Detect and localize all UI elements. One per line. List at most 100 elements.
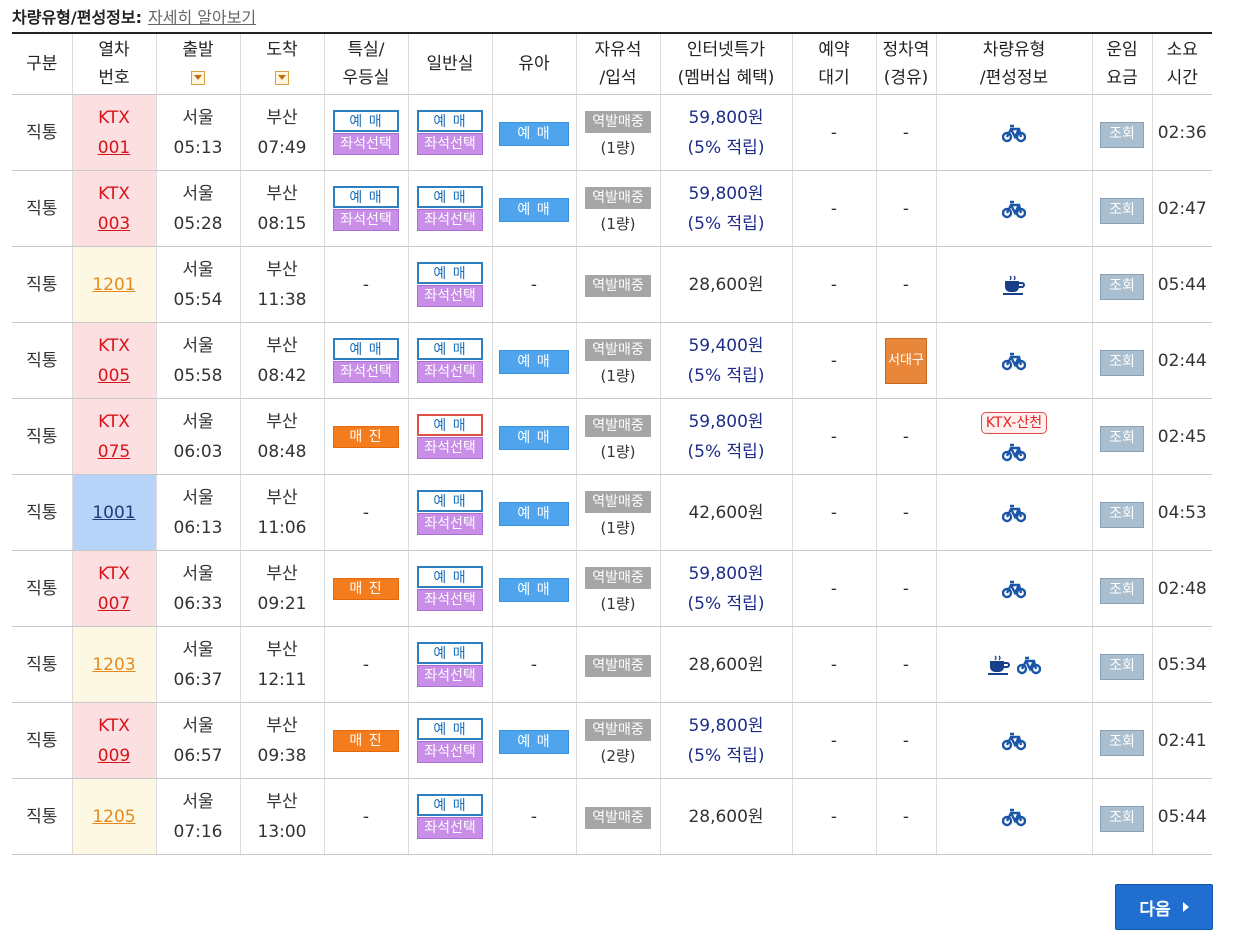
stops-cell: - — [875, 702, 936, 779]
fare-cell: 조회 — [1091, 474, 1152, 551]
general-seat-select-button[interactable]: 좌석선택 — [417, 437, 483, 459]
general-reserve-button[interactable]: 예 매 — [417, 262, 483, 284]
general-seat-select-button[interactable]: 좌석선택 — [417, 817, 483, 839]
baby-reserve-button[interactable]: 예 매 — [499, 425, 569, 450]
stop-dash: - — [902, 578, 910, 599]
special-reserve-button[interactable]: 예 매 — [333, 338, 399, 360]
general-reserve-button[interactable]: 예 매 — [417, 110, 483, 132]
baby-cell: 예 매 — [491, 550, 576, 627]
train-number-link[interactable]: 1201 — [92, 275, 135, 295]
train-number-link[interactable]: 1203 — [92, 655, 135, 675]
price-value: 28,600원 — [688, 654, 764, 675]
car-type-cell[interactable] — [935, 170, 1092, 247]
train-number-link[interactable]: 001 — [73, 133, 156, 163]
special-seat-select-button[interactable]: 좌석선택 — [333, 209, 399, 231]
wait-cell: - — [791, 322, 876, 399]
chevron-right-icon — [1182, 902, 1189, 912]
baby-reserve-button[interactable]: 예 매 — [499, 577, 569, 602]
general-seat-select-button[interactable]: 좌석선택 — [417, 589, 483, 611]
learn-more-link[interactable]: 자세히 알아보기 — [148, 4, 256, 28]
general-reserve-button[interactable]: 예 매 — [417, 414, 483, 436]
special-cell: - — [323, 246, 408, 323]
train-number-link[interactable]: 005 — [73, 361, 156, 391]
departure: 서울 06:37 — [155, 626, 240, 703]
next-button[interactable]: 다음 — [1115, 884, 1213, 930]
table-row: 직통 1001 서울 06:13 부산 11:06- 예 매 좌석선택 예 매 역발매중 (1량) 4… — [12, 474, 1212, 551]
general-cell: 예 매 좌석선택 — [407, 398, 492, 475]
fare-inquiry-button[interactable]: 조회 — [1100, 273, 1144, 300]
train-number: 1001 — [71, 474, 156, 551]
car-type-cell[interactable] — [935, 474, 1092, 551]
fare-inquiry-button[interactable]: 조회 — [1100, 425, 1144, 452]
sort-arrival-icon[interactable] — [275, 71, 289, 85]
fare-cell: 조회 — [1091, 626, 1152, 703]
duration: 05:44 — [1151, 246, 1212, 323]
car-type-cell[interactable] — [935, 626, 1092, 703]
special-soldout-badge: 매 진 — [333, 425, 399, 448]
general-reserve-button[interactable]: 예 매 — [417, 718, 483, 740]
fare-inquiry-button[interactable]: 조회 — [1100, 577, 1144, 604]
baby-reserve-button[interactable]: 예 매 — [499, 729, 569, 754]
general-seat-select-button[interactable]: 좌석선택 — [417, 285, 483, 307]
train-number-link[interactable]: 003 — [73, 209, 156, 239]
general-reserve-button[interactable]: 예 매 — [417, 794, 483, 816]
station-sale-badge: 역발매중 — [585, 490, 651, 513]
car-type-cell[interactable]: KTX-산천 — [935, 398, 1092, 475]
special-seat-select-button[interactable]: 좌석선택 — [333, 361, 399, 383]
general-seat-select-button[interactable]: 좌석선택 — [417, 513, 483, 535]
departure: 서울 06:13 — [155, 474, 240, 551]
general-cell: 예 매 좌석선택 — [407, 170, 492, 247]
fare-inquiry-button[interactable]: 조회 — [1100, 501, 1144, 528]
general-seat-select-button[interactable]: 좌석선택 — [417, 209, 483, 231]
train-number-link[interactable]: 007 — [73, 589, 156, 619]
train-number-link[interactable]: 009 — [73, 741, 156, 771]
next-label: 다음 — [1139, 899, 1171, 920]
car-type-cell[interactable] — [935, 322, 1092, 399]
baby-reserve-button[interactable]: 예 매 — [499, 197, 569, 222]
general-seat-select-button[interactable]: 좌석선택 — [417, 665, 483, 687]
fare-cell: 조회 — [1091, 550, 1152, 627]
table-row: 직통 KTX 007 서울 06:33 부산 09:21 매 진예 매 좌석선택 예 매 역발매중(… — [12, 550, 1212, 627]
special-seat-select-button[interactable]: 좌석선택 — [333, 133, 399, 155]
baby-cell: - — [491, 778, 576, 855]
train-number-link[interactable]: 075 — [73, 437, 156, 467]
fare-cell: 조회 — [1091, 94, 1152, 171]
baby-reserve-button[interactable]: 예 매 — [499, 349, 569, 374]
car-type-cell[interactable] — [935, 550, 1092, 627]
general-reserve-button[interactable]: 예 매 — [417, 566, 483, 588]
train-number-link[interactable]: 1205 — [92, 807, 135, 827]
train-number-link[interactable]: 1001 — [92, 503, 135, 523]
fare-inquiry-button[interactable]: 조회 — [1100, 729, 1144, 756]
special-reserve-button[interactable]: 예 매 — [333, 110, 399, 132]
general-reserve-button[interactable]: 예 매 — [417, 338, 483, 360]
sort-departure-icon[interactable] — [191, 71, 205, 85]
car-type-cell[interactable] — [935, 94, 1092, 171]
fare-inquiry-button[interactable]: 조회 — [1100, 805, 1144, 832]
bicycle-icon — [1002, 443, 1026, 461]
general-reserve-button[interactable]: 예 매 — [417, 186, 483, 208]
arrival: 부산 13:00 — [239, 778, 324, 855]
general-seat-select-button[interactable]: 좌석선택 — [417, 361, 483, 383]
special-cell: 예 매 좌석선택 — [323, 170, 408, 247]
fare-inquiry-button[interactable]: 조회 — [1100, 121, 1144, 148]
car-type-cell[interactable] — [935, 702, 1092, 779]
price-value: 59,800원 — [688, 715, 764, 736]
car-type-cell[interactable] — [935, 246, 1092, 323]
baby-reserve-button[interactable]: 예 매 — [499, 501, 569, 526]
baby-reserve-button[interactable]: 예 매 — [499, 121, 569, 146]
general-reserve-button[interactable]: 예 매 — [417, 642, 483, 664]
fare-inquiry-button[interactable]: 조회 — [1100, 653, 1144, 680]
free-seat-cell: 역발매중 (1량) — [575, 94, 660, 171]
car-type-cell[interactable] — [935, 778, 1092, 855]
arrival: 부산 08:15 — [239, 170, 324, 247]
general-reserve-button[interactable]: 예 매 — [417, 490, 483, 512]
departure: 서울 05:58 — [155, 322, 240, 399]
fare-inquiry-button[interactable]: 조회 — [1100, 349, 1144, 376]
general-seat-select-button[interactable]: 좌석선택 — [417, 133, 483, 155]
general-seat-select-button[interactable]: 좌석선택 — [417, 741, 483, 763]
stop-station-badge[interactable]: 서대구 — [885, 337, 927, 384]
fare-inquiry-button[interactable]: 조회 — [1100, 197, 1144, 224]
wait-cell: - — [791, 778, 876, 855]
special-reserve-button[interactable]: 예 매 — [333, 186, 399, 208]
table-row: 직통 KTX 005 서울 05:58 부산 08:42 예 매 좌석선택 예 매 좌석선택 예 매역… — [12, 322, 1212, 399]
